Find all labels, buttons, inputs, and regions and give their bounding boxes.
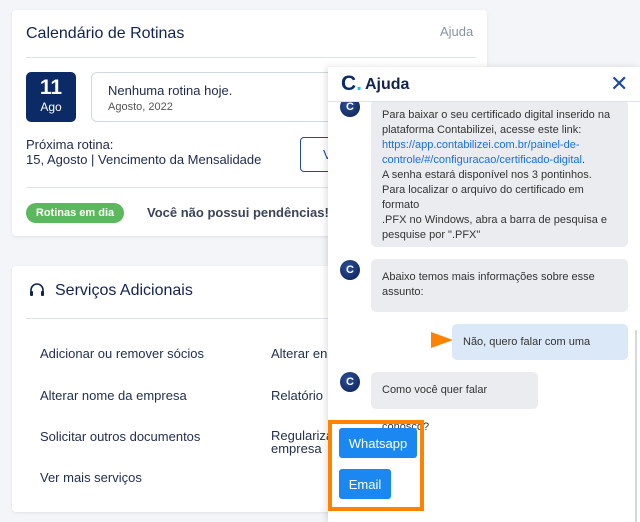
message-line: .PFX no Windows, abra a barra de pesquis… [382,214,608,226]
bot-message: Como você quer falar conosco? [371,372,538,433]
service-link[interactable]: Alterar nome da empresa [40,388,187,403]
bot-avatar: C [340,372,360,392]
email-button[interactable]: Email [339,469,391,499]
service-link[interactable]: Regulariza empresa [271,429,333,455]
whatsapp-button[interactable]: Whatsapp [339,428,417,458]
date-day: 11 [39,76,63,99]
close-icon[interactable]: ✕ [610,71,628,97]
service-link[interactable]: Alterar en [271,346,327,361]
scrollbar[interactable] [635,330,637,522]
chat-title: Ajuda [365,76,410,93]
service-link[interactable]: Solicitar outros documentos [40,429,200,444]
help-link[interactable]: Ajuda [440,24,473,39]
message-line: assunto: [382,286,424,298]
message-line: plataforma Contabilizei, acesse este lin… [382,124,582,136]
certificate-link[interactable]: controle/#/configuracao/certificado-digi… [382,154,582,166]
date-box: 11 Ago [26,72,76,122]
message-line: Para localizar o arquivo do certificado … [382,184,584,211]
chat-header: C. Ajuda ✕ [328,67,640,102]
see-more-services-link[interactable]: Ver mais serviços [40,470,142,485]
message-line: pesquise por ".PFX" [382,229,481,241]
service-link[interactable]: Relatório [271,388,323,403]
message-line: A senha estará disponível nos 3 pontinho… [382,169,592,181]
bot-message: Para baixar o seu certificado digital in… [371,100,628,247]
status-badge: Rotinas em dia [26,203,124,223]
message-line: Para baixar o seu certificado digital in… [382,109,611,121]
status-text: Você não possui pendências! [147,205,329,220]
divider [26,57,476,58]
service-link-line: empresa [271,441,322,456]
bot-avatar: C [340,260,360,280]
support-agent-icon [30,283,44,296]
user-message: Não, quero falar com uma pessoa [452,324,628,384]
next-routine-label: Próxima rotina: [26,137,114,152]
help-chat-panel: C. Ajuda ✕ C Para baixar o seu certifica… [328,67,640,522]
next-routine-value: 15, Agosto | Vencimento da Mensalidade [26,152,262,167]
pointer-arrow-icon [431,332,453,348]
calendar-title: Calendário de Rotinas [26,25,185,42]
no-routine-text: Nenhuma rotina hoje. [108,83,233,98]
bot-message: Abaixo temos mais informações sobre esse… [371,259,628,312]
message-line: Abaixo temos mais informações sobre esse [382,271,595,283]
certificate-link[interactable]: https://app.contabilizei.com.br/painel-d… [382,139,580,151]
services-title: Serviços Adicionais [55,282,193,299]
date-month: Ago [40,100,62,114]
routine-period: Agosto, 2022 [108,101,173,113]
contabilizei-logo: C. [341,72,363,95]
service-link[interactable]: Adicionar ou remover sócios [40,346,204,361]
